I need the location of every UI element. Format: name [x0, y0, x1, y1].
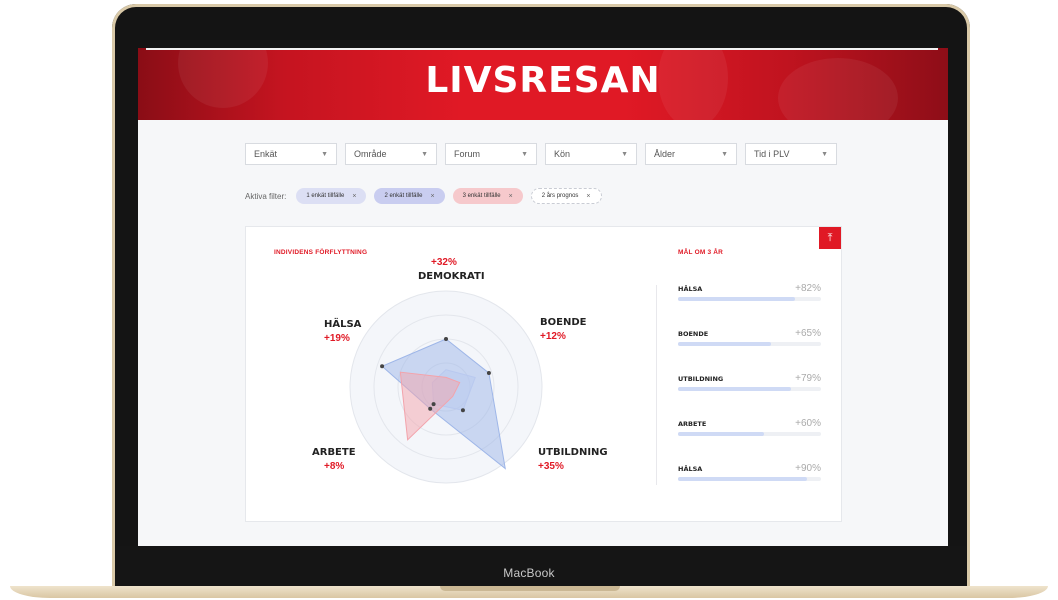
goal-value: +65%	[795, 328, 821, 339]
results-card: INDIVIDENS FÖRFLYTTNING MÅL OM 3 ÅR ⤒ +3…	[245, 226, 842, 522]
filter-select-tid-i-plv[interactable]: Tid i PLV ▼	[745, 143, 837, 165]
goal-label: ARBETE	[678, 420, 707, 428]
active-filters-label: Aktiva filter:	[245, 191, 287, 201]
upload-icon: ⤒	[827, 231, 833, 244]
chip-label: 1 enkät tillfälle	[306, 193, 345, 199]
hero-banner: LIVSRESAN	[138, 48, 948, 138]
filter-bar: Enkät ▼ Område ▼ Forum ▼ Kön ▼ Ålder ▼ Tid i …	[245, 143, 837, 165]
filter-label: Kön	[554, 149, 571, 159]
radar-axis-pct: +19%	[324, 333, 350, 344]
radar-axis-name: DEMOKRATI	[418, 271, 485, 282]
chevron-down-icon: ▼	[421, 150, 428, 158]
goal-progress-fill	[678, 432, 764, 436]
radar-point	[486, 371, 491, 376]
radar-axis-pct: +8%	[324, 461, 345, 472]
goal-label: HÄLSA	[678, 465, 703, 473]
section-title-goals: MÅL OM 3 ÅR	[678, 249, 724, 256]
radar-point	[380, 364, 385, 369]
filter-select-enkat[interactable]: Enkät ▼	[245, 143, 337, 165]
chevron-down-icon: ▼	[821, 150, 828, 158]
goal-progress-track	[678, 432, 821, 436]
screen: LIVSRESAN Enkät ▼ Område ▼ Forum ▼ Kön ▼ Åld…	[138, 48, 948, 546]
chevron-down-icon: ▼	[521, 150, 528, 158]
close-icon[interactable]: ×	[431, 193, 435, 200]
goal-progress-fill	[678, 342, 771, 346]
close-icon[interactable]: ×	[509, 193, 513, 200]
radar-axis-name: UTBILDNING	[538, 447, 608, 458]
goal-label: UTBILDNING	[678, 375, 724, 383]
goal-label: HÄLSA	[678, 285, 703, 293]
filter-label: Ålder	[654, 149, 676, 159]
goals-divider	[656, 285, 657, 485]
chevron-down-icon: ▼	[621, 150, 628, 158]
close-icon[interactable]: ×	[352, 193, 356, 200]
goal-progress-track	[678, 297, 821, 301]
chip-label: 2 års prognos	[541, 193, 579, 199]
filter-select-alder[interactable]: Ålder ▼	[645, 143, 737, 165]
chip-label: 3 enkät tillfälle	[462, 193, 501, 199]
filter-select-forum[interactable]: Forum ▼	[445, 143, 537, 165]
radar-point	[428, 406, 433, 411]
goal-progress-fill	[678, 477, 807, 481]
goal-progress-fill	[678, 387, 791, 391]
device-brand-label: MacBook	[503, 566, 555, 580]
radar-axis-pct: +32%	[431, 257, 457, 268]
radar-axis-pct: +35%	[538, 461, 564, 472]
goal-value: +60%	[795, 418, 821, 429]
export-button[interactable]: ⤒	[819, 227, 841, 249]
chevron-down-icon: ▼	[321, 150, 328, 158]
radar-axis-pct: +12%	[540, 331, 566, 342]
goal-progress-fill	[678, 297, 796, 301]
laptop-notch	[440, 586, 620, 591]
page-title: LIVSRESAN	[425, 60, 661, 101]
filter-chip[interactable]: 2 års prognos ×	[530, 188, 602, 204]
goal-value: +79%	[795, 373, 821, 384]
active-filters: Aktiva filter: 1 enkät tillfälle × 2 enkä…	[245, 188, 602, 204]
filter-chip[interactable]: 3 enkät tillfälle ×	[452, 188, 523, 204]
hero-top-strip	[146, 48, 938, 50]
filter-select-omrade[interactable]: Område ▼	[345, 143, 437, 165]
radar-axis-name: BOENDE	[540, 317, 587, 328]
filter-label: Tid i PLV	[754, 149, 790, 159]
close-icon[interactable]: ×	[586, 193, 590, 200]
filter-label: Enkät	[254, 149, 278, 159]
goal-label: BOENDE	[678, 330, 709, 338]
filter-chip[interactable]: 1 enkät tillfälle ×	[296, 188, 367, 204]
goal-progress-track	[678, 342, 821, 346]
filter-chip[interactable]: 2 enkät tillfälle ×	[374, 188, 445, 204]
goal-progress-track	[678, 477, 821, 481]
radar-point	[444, 337, 448, 341]
radar-point	[460, 408, 465, 413]
chevron-down-icon: ▼	[721, 150, 728, 158]
goal-value: +82%	[795, 283, 821, 294]
filter-label: Område	[354, 149, 387, 159]
filter-label: Forum	[454, 149, 481, 159]
radar-axis-name: ARBETE	[312, 447, 356, 458]
filter-select-kon[interactable]: Kön ▼	[545, 143, 637, 165]
goal-progress-track	[678, 387, 821, 391]
radar-axis-name: HÄLSA	[324, 319, 362, 330]
chip-label: 2 enkät tillfälle	[384, 193, 423, 199]
goal-value: +90%	[795, 463, 821, 474]
radar-point	[431, 402, 436, 407]
